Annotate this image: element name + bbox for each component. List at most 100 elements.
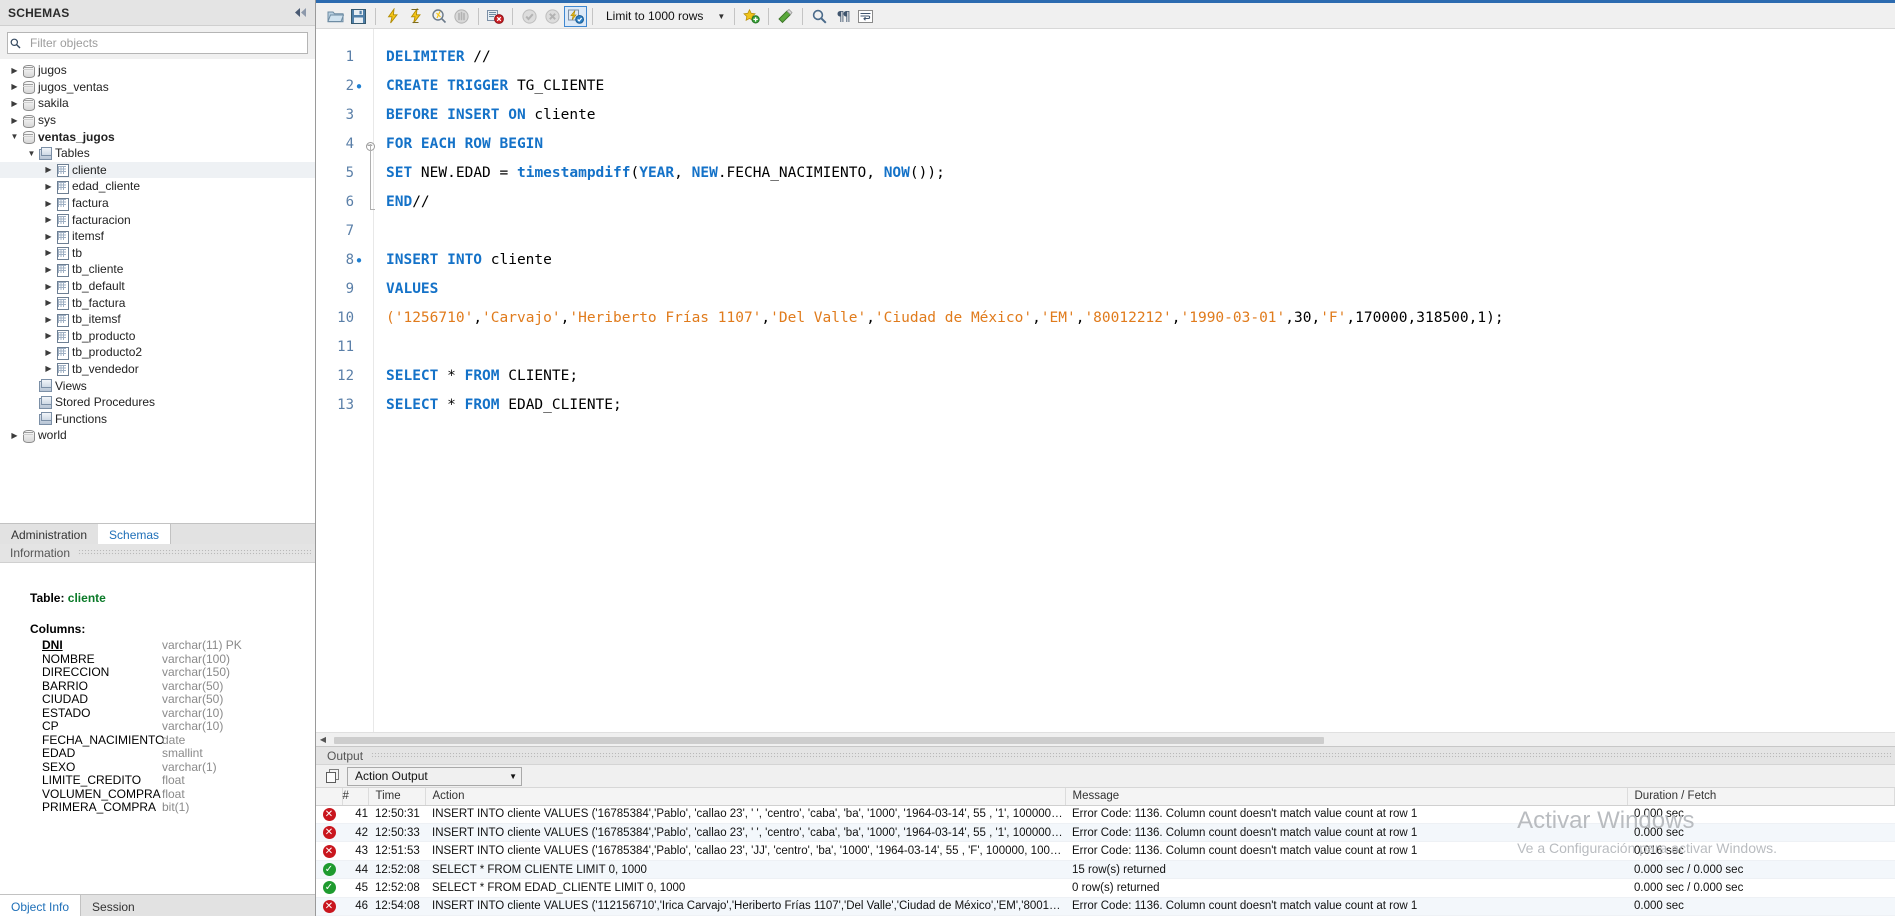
output-row[interactable]: ✕ 43 12:51:53 INSERT INTO cliente VALUES ('… bbox=[316, 841, 1895, 861]
code-line[interactable]: 4−FOR EACH ROW BEGIN bbox=[316, 130, 1895, 173]
tab-administration[interactable]: Administration bbox=[0, 524, 98, 544]
code-line[interactable]: 2 • CREATE TRIGGER TG_CLIENTE bbox=[316, 72, 1895, 101]
code-line[interactable]: 6 END// bbox=[316, 187, 1895, 217]
tree-item-facturacion[interactable]: ▶ facturacion bbox=[0, 211, 315, 228]
chevron-right-icon[interactable]: ▶ bbox=[42, 165, 55, 174]
code-line[interactable]: 8 • INSERT INTO cliente bbox=[316, 246, 1895, 275]
chevron-down-icon[interactable]: ▼ bbox=[8, 132, 21, 141]
tree-item-tb[interactable]: ▶ tb bbox=[0, 245, 315, 262]
tree-item-stored-procedures[interactable]: ▶Stored Procedures bbox=[0, 394, 315, 411]
chevron-right-icon[interactable]: ▶ bbox=[42, 331, 55, 340]
code-line[interactable]: 9 VALUES bbox=[316, 275, 1895, 304]
toggle-wrap-lines-button[interactable] bbox=[854, 6, 877, 27]
sql-code[interactable]: 1 DELIMITER //2 • CREATE TRIGGER TG_CLIENTE… bbox=[316, 29, 1895, 732]
tab-object-info[interactable]: Object Info bbox=[0, 895, 82, 916]
code-line[interactable]: 10 ('1256710','Carvajo','Heriberto Frías … bbox=[316, 304, 1895, 333]
code-line[interactable]: 7 bbox=[316, 217, 1895, 246]
tree-item-tb-producto[interactable]: ▶ tb_producto bbox=[0, 328, 315, 345]
scrollbar-thumb[interactable] bbox=[334, 736, 1324, 744]
sql-editor[interactable]: 1 DELIMITER //2 • CREATE TRIGGER TG_CLIENTE… bbox=[316, 29, 1895, 733]
sidebar-bottom-tabs[interactable]: Object Info Session bbox=[0, 894, 315, 916]
chevron-right-icon[interactable]: ▶ bbox=[42, 182, 55, 191]
tree-item-tb-itemsf[interactable]: ▶ tb_itemsf bbox=[0, 311, 315, 328]
action-output-table[interactable]: # Time Action Message Duration / Fetch ✕… bbox=[316, 788, 1895, 916]
filter-objects-box[interactable] bbox=[7, 32, 308, 54]
chevron-right-icon[interactable]: ▶ bbox=[8, 66, 21, 75]
search-input[interactable] bbox=[28, 34, 307, 52]
output-mode-select[interactable]: Action Output ▼ bbox=[347, 766, 522, 786]
open-sql-script-button[interactable] bbox=[324, 6, 347, 27]
execute-current-statement-button[interactable] bbox=[404, 6, 427, 27]
code-line[interactable]: 1 DELIMITER // bbox=[316, 43, 1895, 72]
output-row[interactable]: ✕ 42 12:50:33 INSERT INTO cliente VALUES ('… bbox=[316, 823, 1895, 843]
chevron-right-icon[interactable]: ▶ bbox=[8, 431, 21, 440]
find-button[interactable] bbox=[808, 6, 831, 27]
tree-item-factura[interactable]: ▶ factura bbox=[0, 195, 315, 212]
toggle-invisible-characters-button[interactable]: ¶ ¶ bbox=[831, 6, 854, 27]
tree-item-functions[interactable]: ▶Functions bbox=[0, 410, 315, 427]
code-line[interactable]: 3 BEFORE INSERT ON cliente bbox=[316, 101, 1895, 130]
chevron-right-icon[interactable]: ▶ bbox=[42, 364, 55, 373]
sql-editor-toolbar[interactable]: Limit to 1000 rows ▼ ¶ ¶ bbox=[316, 4, 1895, 29]
editor-horizontal-scrollbar[interactable]: ◀ bbox=[316, 732, 1895, 747]
chevron-right-icon[interactable]: ▶ bbox=[8, 99, 21, 108]
code-line[interactable]: 5 SET NEW.EDAD = timestampdiff(YEAR, NEW.… bbox=[316, 158, 1895, 188]
tab-schemas[interactable]: Schemas bbox=[98, 524, 172, 544]
tree-item-tb-producto2[interactable]: ▶ tb_producto2 bbox=[0, 344, 315, 361]
tree-item-tb-factura[interactable]: ▶ tb_factura bbox=[0, 294, 315, 311]
scroll-left-icon[interactable]: ◀ bbox=[316, 735, 330, 744]
chevron-right-icon[interactable]: ▶ bbox=[42, 348, 55, 357]
chevron-right-icon[interactable]: ▶ bbox=[42, 215, 55, 224]
chevron-right-icon[interactable]: ▶ bbox=[42, 232, 55, 241]
explain-statement-button[interactable] bbox=[427, 6, 450, 27]
tree-item-tb-vendedor[interactable]: ▶ tb_vendedor bbox=[0, 361, 315, 378]
output-row[interactable]: ✓ 44 12:52:08 SELECT * FROM CLIENTE LIMIT 0… bbox=[316, 860, 1895, 880]
tree-item-tb-cliente[interactable]: ▶ tb_cliente bbox=[0, 261, 315, 278]
tree-item-jugos-ventas[interactable]: ▶ jugos_ventas bbox=[0, 79, 315, 96]
chevron-right-icon[interactable]: ▶ bbox=[8, 116, 21, 125]
chevron-right-icon[interactable]: ▶ bbox=[42, 315, 55, 324]
chevron-right-icon[interactable]: ▶ bbox=[42, 265, 55, 274]
code-line[interactable]: 13 SELECT * FROM EDAD_CLIENTE; bbox=[316, 391, 1895, 420]
chevron-right-icon[interactable]: ▶ bbox=[42, 298, 55, 307]
output-row[interactable]: ✓ 45 12:52:08 SELECT * FROM EDAD_CLIENTE LI… bbox=[316, 878, 1895, 898]
chevron-right-icon[interactable]: ▶ bbox=[42, 282, 55, 291]
chevron-right-icon[interactable]: ▶ bbox=[42, 199, 55, 208]
collapse-icon[interactable] bbox=[294, 7, 307, 18]
tree-item-sys[interactable]: ▶ sys bbox=[0, 112, 315, 129]
code-line[interactable]: 12 SELECT * FROM CLIENTE; bbox=[316, 362, 1895, 391]
tree-item-sakila[interactable]: ▶ sakila bbox=[0, 95, 315, 112]
output-rows[interactable]: ✕ 41 12:50:31 INSERT INTO cliente VALUES ('… bbox=[316, 805, 1895, 916]
tab-session[interactable]: Session bbox=[81, 895, 146, 916]
tree-item-edad-cliente[interactable]: ▶ edad_cliente bbox=[0, 178, 315, 195]
tree-item-tb-default[interactable]: ▶ tb_default bbox=[0, 278, 315, 295]
chevron-down-icon[interactable]: ▼ bbox=[25, 149, 38, 158]
toggle-autocommit-button[interactable] bbox=[564, 5, 587, 27]
toggle-stop-on-error-button[interactable] bbox=[484, 6, 507, 27]
tree-item-jugos[interactable]: ▶ jugos bbox=[0, 62, 315, 79]
stop-execution-button[interactable] bbox=[450, 6, 473, 27]
save-script-button[interactable] bbox=[347, 6, 370, 27]
execute-statement-button[interactable] bbox=[381, 6, 404, 27]
tree-item-world[interactable]: ▶ world bbox=[0, 427, 315, 444]
tree-item-itemsf[interactable]: ▶ itemsf bbox=[0, 228, 315, 245]
schema-tree[interactable]: ▶ jugos ▶ jugos_ventas ▶ sakila ▶ sys ▼ ventas_ju… bbox=[0, 59, 315, 523]
save-snippet-button[interactable] bbox=[740, 6, 763, 27]
row-limit-select[interactable]: Limit to 1000 rows ▼ bbox=[600, 5, 730, 27]
commit-button[interactable] bbox=[518, 6, 541, 27]
code-line[interactable]: 11 bbox=[316, 333, 1895, 362]
output-row[interactable]: ✕ 46 12:54:08 INSERT INTO cliente VALUES ('… bbox=[316, 897, 1895, 916]
output-row[interactable]: ✕ 41 12:50:31 INSERT INTO cliente VALUES ('… bbox=[316, 805, 1895, 825]
beautify-sql-button[interactable] bbox=[774, 6, 797, 27]
tree-item-ventas-jugos[interactable]: ▼ ventas_jugos bbox=[0, 128, 315, 145]
chevron-right-icon[interactable]: ▶ bbox=[8, 82, 21, 91]
tree-item-tables[interactable]: ▼ Tables bbox=[0, 145, 315, 162]
tree-item-views[interactable]: ▶Views bbox=[0, 377, 315, 394]
chevron-right-icon[interactable]: ▶ bbox=[42, 248, 55, 257]
rollback-button[interactable] bbox=[541, 6, 564, 27]
fold-marker-icon[interactable]: − bbox=[364, 130, 376, 173]
output-toolbar[interactable]: Action Output ▼ bbox=[316, 765, 1895, 789]
scrollbar-track[interactable] bbox=[330, 733, 1895, 746]
tree-item-cliente[interactable]: ▶ cliente bbox=[0, 161, 315, 179]
sidebar-tabs[interactable]: Administration Schemas bbox=[0, 523, 315, 544]
